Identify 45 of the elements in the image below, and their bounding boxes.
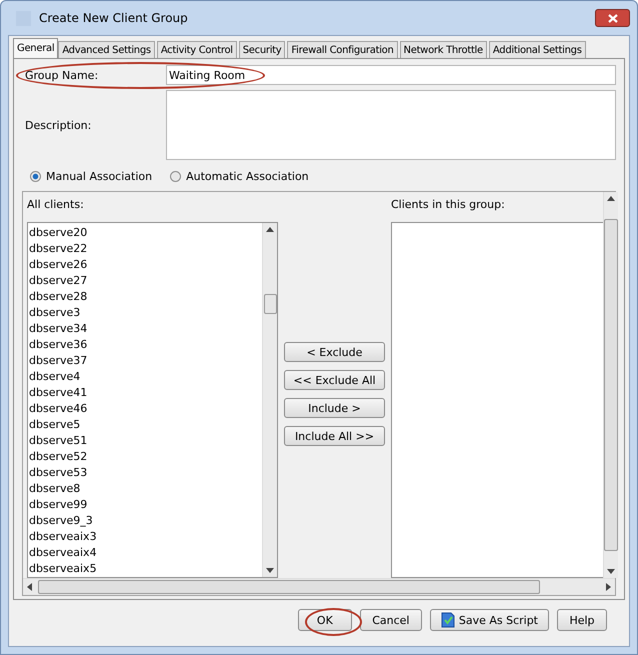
tab[interactable]: Security (238, 41, 286, 58)
radio-option[interactable]: Automatic Association (170, 170, 309, 183)
radio-option[interactable]: Manual Association (30, 170, 152, 183)
list-item[interactable]: dbserveaix4 (28, 545, 262, 561)
list-item[interactable]: dbserve36 (28, 337, 262, 353)
list-item[interactable]: dbserve46 (28, 401, 262, 417)
field-label: Description: (24, 118, 92, 132)
list-item[interactable]: dbserveaix3 (28, 529, 262, 545)
tab[interactable]: Network Throttle (400, 41, 487, 58)
move-button[interactable]: Include All >> (284, 426, 385, 446)
list-item[interactable]: dbserve99 (28, 497, 262, 513)
window-title: Create New Client Group (39, 11, 189, 25)
list-label: Clients in this group: (391, 198, 506, 213)
list-item[interactable]: dbserve37 (28, 353, 262, 369)
dialog-button[interactable]: Help (557, 609, 607, 631)
list-item[interactable]: dbserve27 (28, 273, 262, 289)
group-name-field[interactable]: Waiting Room (166, 65, 616, 85)
move-button[interactable]: Include > (284, 398, 385, 418)
tab[interactable]: General (13, 38, 58, 58)
dialog-button[interactable]: Save As Script (430, 609, 549, 631)
dialog-button[interactable]: Cancel (360, 609, 422, 631)
list-item[interactable]: dbserve41 (28, 385, 262, 401)
list-item[interactable]: dbserveaix5 (28, 561, 262, 577)
list-item[interactable]: dbserve52 (28, 449, 262, 465)
field-label: Group Name: (24, 68, 100, 82)
list-item[interactable]: dbserve22 (28, 241, 262, 257)
dialog-button[interactable]: OK (298, 609, 352, 631)
list-item[interactable]: dbserve20 (28, 225, 262, 241)
list-item[interactable]: dbserve4 (28, 369, 262, 385)
list-item[interactable]: dbserve26 (28, 257, 262, 273)
list-item[interactable]: dbserve51 (28, 433, 262, 449)
list-item[interactable]: dbserve3 (28, 305, 262, 321)
tab[interactable]: Additional Settings (488, 41, 586, 58)
tab[interactable]: Activity Control (156, 41, 237, 58)
list-item[interactable]: dbserve34 (28, 321, 262, 337)
list-item[interactable]: dbserve5 (28, 417, 262, 433)
list-item[interactable]: dbserve9_3 (28, 513, 262, 529)
tab[interactable]: Firewall Configuration (287, 41, 398, 58)
tab[interactable]: Advanced Settings (58, 41, 155, 58)
list-item[interactable]: dbserve53 (28, 465, 262, 481)
list-item[interactable]: dbserve28 (28, 289, 262, 305)
list-item[interactable]: dbserve8 (28, 481, 262, 497)
list-label: All clients: (27, 198, 85, 213)
move-button[interactable]: << Exclude All (284, 370, 385, 390)
move-button[interactable]: < Exclude (284, 342, 385, 362)
